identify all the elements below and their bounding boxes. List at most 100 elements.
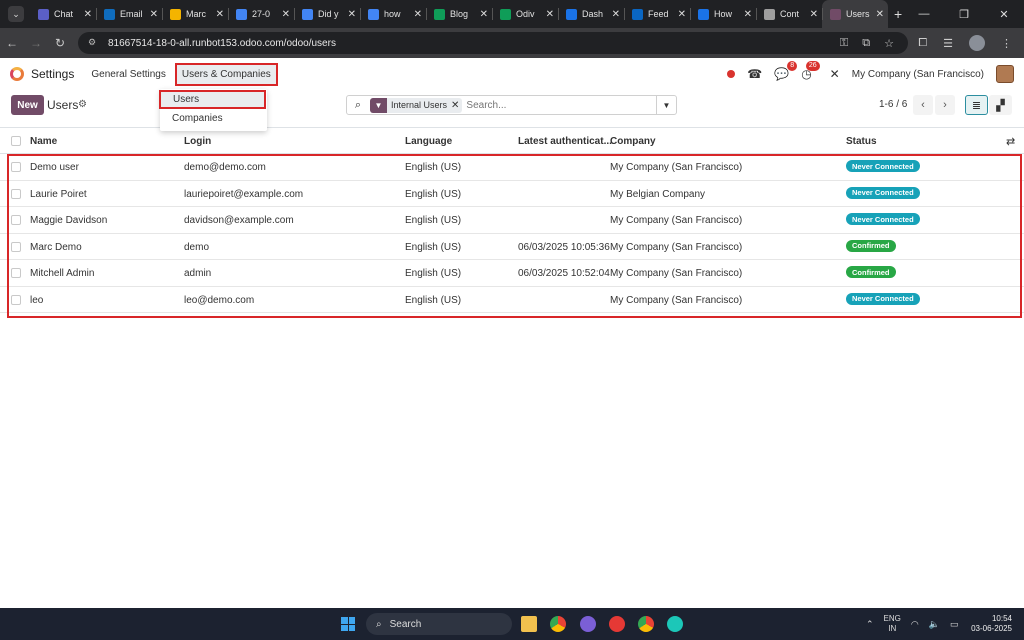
browser-tab[interactable]: Did y ✕ [294,0,360,28]
debug-tools-icon[interactable]: ✕ [830,67,840,81]
menu-general-settings[interactable]: General Settings [86,65,171,84]
tab-label: How [714,9,733,19]
search-options-caret-icon[interactable]: ▼ [656,96,676,114]
tab-favicon-icon [368,8,379,20]
company-switcher[interactable]: My Company (San Francisco) [852,69,984,80]
column-login[interactable]: Login [184,136,211,147]
browser-tab[interactable]: Email ✕ [96,0,162,28]
search-icon[interactable]: ⌕ [347,99,369,112]
taskbar-search-label: Search [389,618,422,630]
tab-close-icon[interactable]: ✕ [546,9,554,20]
file-explorer-icon[interactable] [521,616,537,632]
bookmark-star-icon[interactable]: ☆ [884,37,894,50]
tray-chevron-icon[interactable]: ⌃ [866,619,874,630]
new-button[interactable]: New [11,95,44,115]
cast-icon[interactable]: ⧉ [862,37,870,50]
search-input[interactable] [466,99,647,111]
browser-tab[interactable]: Cont ✕ [756,0,822,28]
column-language[interactable]: Language [405,136,452,147]
menu-users-companies[interactable]: Users & Companies [174,62,278,86]
select-all-checkbox[interactable] [11,136,21,146]
canva-icon[interactable] [667,616,683,632]
browser-tab[interactable]: Marc ✕ [162,0,228,28]
facet-label: Internal Users [391,100,448,110]
tab-close-icon[interactable]: ✕ [282,9,290,20]
tab-close-icon[interactable]: ✕ [612,9,620,20]
list-view-icon[interactable]: ≣ [965,95,988,115]
tab-close-icon[interactable]: ✕ [810,9,818,20]
reload-icon[interactable]: ↻ [48,36,72,50]
tab-close-icon[interactable]: ✕ [150,9,158,20]
tab-label: Did y [318,9,339,19]
language-indicator[interactable]: ENG IN [884,614,901,634]
pager-value[interactable]: 1-6 / 6 [879,99,907,110]
tab-favicon-icon [38,8,49,20]
pager-next-icon[interactable]: › [935,95,955,115]
odoo-app-logo-icon[interactable] [10,67,24,81]
close-window-icon[interactable]: ✕ [984,8,1024,21]
minimize-icon[interactable]: — [904,8,944,20]
app-circle-icon[interactable] [580,616,596,632]
column-latest-authentication[interactable]: Latest authenticat... [518,136,612,147]
reading-list-icon[interactable]: ☰ [943,37,953,50]
tab-search-button[interactable]: ⌄ [8,6,24,22]
tab-label: 27-0 [252,9,271,19]
dropdown-item-companies[interactable]: Companies [160,109,267,128]
volume-icon[interactable]: 🔈 [929,619,940,630]
app-name[interactable]: Settings [31,67,74,81]
tab-label: how [384,9,401,19]
restore-icon[interactable]: ❐ [944,8,984,21]
kanban-view-icon[interactable]: ▞ [989,95,1012,115]
optional-columns-icon[interactable]: ⇄ [1006,135,1015,148]
back-icon[interactable]: ← [0,36,24,50]
recording-dot-icon [727,70,736,78]
messages-badge: 8 [787,61,798,71]
tab-close-icon[interactable]: ✕ [480,9,488,20]
taskbar-search[interactable]: ⌕ Search [366,613,512,635]
chrome-icon[interactable] [550,616,566,632]
tab-close-icon[interactable]: ✕ [744,9,752,20]
column-company[interactable]: Company [610,136,656,147]
tab-label: Blog [450,9,469,19]
wifi-icon[interactable]: ◠ [911,619,919,630]
profile-avatar[interactable] [969,35,985,51]
browser-tab[interactable]: How ✕ [690,0,756,28]
messages-icon[interactable]: 💬 8 [774,61,798,81]
browser-tab[interactable]: 27-0 ✕ [228,0,294,28]
windows-start-icon[interactable] [341,617,355,631]
clock[interactable]: 10:54 03-06-2025 [971,614,1012,634]
browser-tab[interactable]: Dash ✕ [558,0,624,28]
forward-icon[interactable]: → [24,36,48,50]
dropdown-item-users[interactable]: Users [159,90,266,109]
gear-icon[interactable]: ⚙ [78,99,87,110]
user-avatar[interactable] [996,65,1014,83]
chrome-active-icon[interactable] [638,616,654,632]
media-player-icon[interactable] [609,616,625,632]
tab-close-icon[interactable]: ✕ [414,9,422,20]
address-bar[interactable]: ⚙ 81667514-18-0-all.runbot153.odoo.com/o… [78,32,908,54]
password-key-icon[interactable]: ⚿ [840,37,848,50]
extensions-icon[interactable]: ⧠ [918,37,927,50]
tab-close-icon[interactable]: ✕ [678,9,686,20]
browser-tab[interactable]: Feed ✕ [624,0,690,28]
facet-remove-icon[interactable]: ✕ [451,100,462,111]
phone-icon[interactable]: ☎ [747,67,762,81]
battery-icon[interactable]: ▭ [950,619,959,630]
browser-tab[interactable]: Odiv ✕ [492,0,558,28]
browser-tab[interactable]: how ✕ [360,0,426,28]
tab-close-icon[interactable]: ✕ [348,9,356,20]
browser-tab[interactable]: Chat ✕ [30,0,96,28]
browser-tab[interactable]: Blog ✕ [426,0,492,28]
pager-previous-icon[interactable]: ‹ [913,95,933,115]
new-tab-button[interactable]: + [894,6,902,22]
tab-close-icon[interactable]: ✕ [216,9,224,20]
browser-tab[interactable]: Users ✕ [822,0,888,28]
column-status[interactable]: Status [846,136,877,147]
tab-close-icon[interactable]: ✕ [84,9,92,20]
tab-close-icon[interactable]: ✕ [876,9,884,20]
site-info-icon[interactable]: ⚙ [88,37,100,49]
column-name[interactable]: Name [30,136,57,147]
activities-clock-icon[interactable]: ◷ 26 [801,61,820,81]
clock-time: 10:54 [991,614,1012,623]
browser-menu-icon[interactable]: ⋮ [1001,37,1012,50]
